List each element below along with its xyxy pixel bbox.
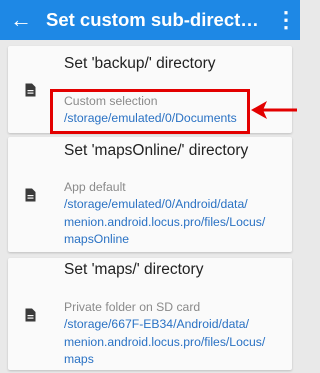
mapsonline-directory-card[interactable]: Set 'mapsOnline/' directory App default … — [8, 137, 292, 252]
back-arrow-icon[interactable]: ← — [9, 9, 33, 31]
card-title: Set 'mapsOnline/' directory — [64, 142, 249, 159]
highlight-box — [50, 89, 250, 134]
card-path: /storage/667F-EB34/Android/data/ menion.… — [64, 317, 266, 366]
card-path: /storage/emulated/0/Android/data/ menion… — [64, 197, 266, 246]
annotation-arrow-icon — [251, 101, 297, 119]
card-title: Set 'backup/' directory — [64, 55, 216, 72]
page-title: Set custom sub-directories — [46, 9, 268, 30]
maps-directory-card[interactable]: Set 'maps/' directory Private folder on … — [8, 258, 292, 370]
card-subtitle: Private folder on SD card — [64, 300, 201, 314]
card-title: Set 'maps/' directory — [64, 261, 204, 278]
overflow-menu-icon[interactable]: ⋮ — [275, 8, 297, 32]
document-icon — [25, 188, 36, 202]
document-icon — [25, 308, 36, 322]
app-bar: ← Set custom sub-directories ⋮ — [0, 0, 300, 40]
card-subtitle: App default — [64, 180, 126, 194]
document-icon — [25, 83, 36, 97]
